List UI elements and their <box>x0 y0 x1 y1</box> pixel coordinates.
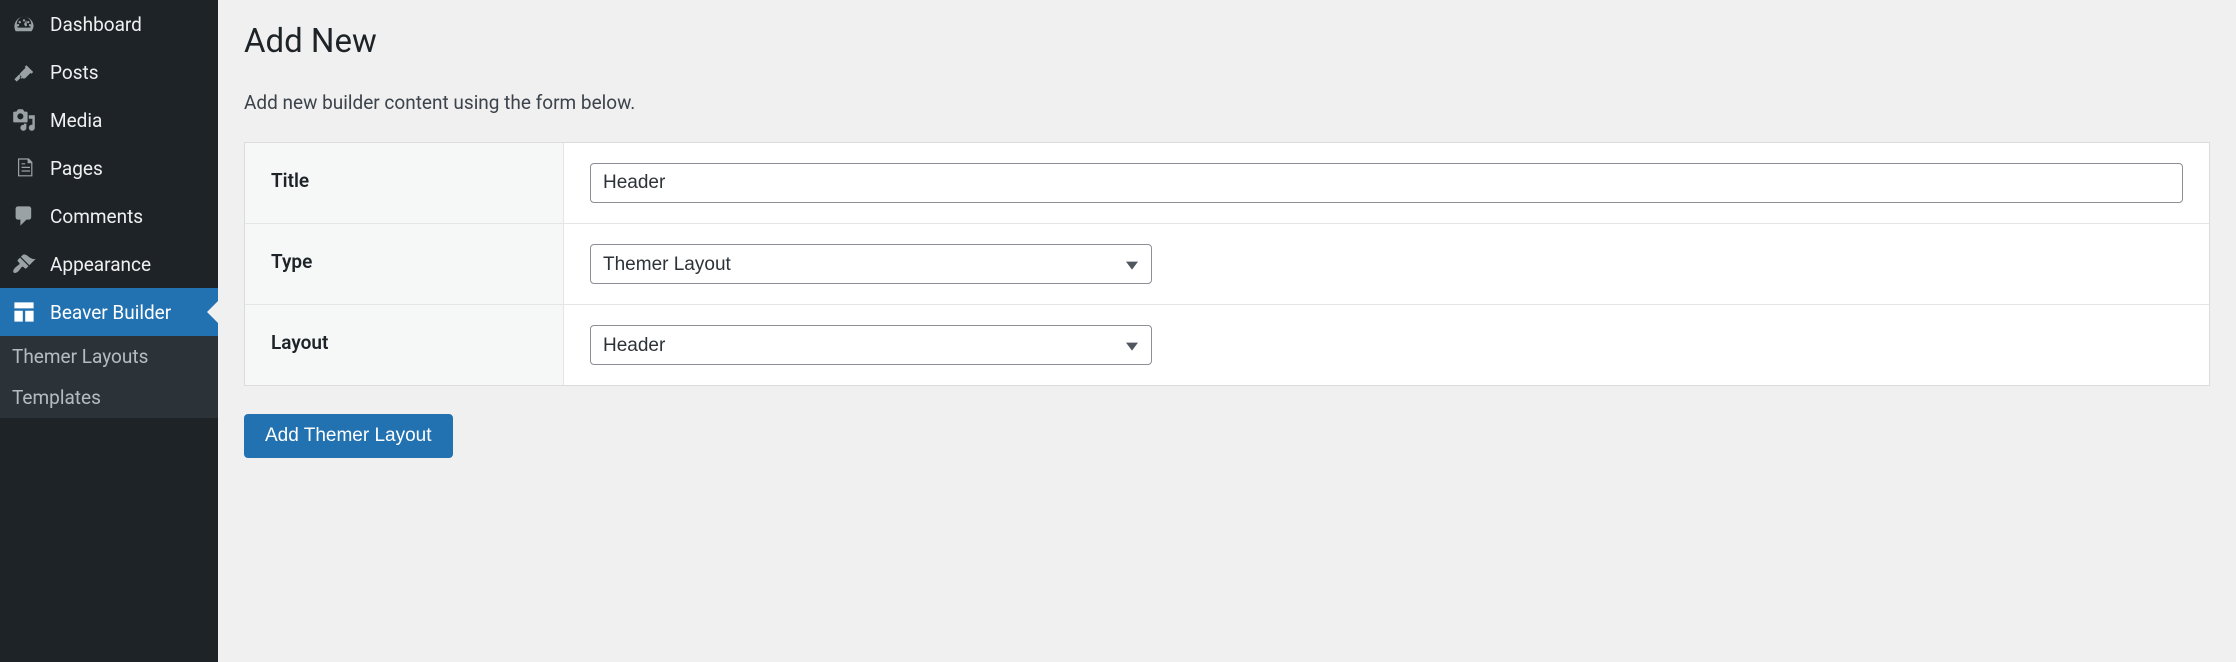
sidebar-item-posts[interactable]: Posts <box>0 48 218 96</box>
sidebar-item-label: Beaver Builder <box>50 301 171 324</box>
title-input[interactable] <box>590 163 2183 203</box>
layout-icon <box>12 300 36 324</box>
title-label: Title <box>245 143 564 223</box>
form-table: Title Type Themer Layout Layout Header <box>244 142 2210 386</box>
sidebar-item-label: Media <box>50 109 102 132</box>
sidebar-item-label: Posts <box>50 61 99 84</box>
sidebar-item-dashboard[interactable]: Dashboard <box>0 0 218 48</box>
comment-icon <box>12 204 36 228</box>
sidebar-item-label: Pages <box>50 157 103 180</box>
layout-select[interactable]: Header <box>590 325 1152 365</box>
sidebar-item-pages[interactable]: Pages <box>0 144 218 192</box>
form-row-type: Type Themer Layout <box>245 224 2209 305</box>
sidebar-subitem-label: Themer Layouts <box>12 345 148 368</box>
pin-icon <box>12 60 36 84</box>
title-field-cell <box>564 143 2209 223</box>
add-themer-layout-button[interactable]: Add Themer Layout <box>244 414 453 458</box>
sidebar-item-label: Dashboard <box>50 13 142 36</box>
sidebar-item-comments[interactable]: Comments <box>0 192 218 240</box>
media-icon <box>12 108 36 132</box>
sidebar-item-beaver-builder[interactable]: Beaver Builder <box>0 288 218 336</box>
sidebar-item-appearance[interactable]: Appearance <box>0 240 218 288</box>
form-row-title: Title <box>245 143 2209 224</box>
sidebar-item-label: Appearance <box>50 253 151 276</box>
layout-field-cell: Header <box>564 305 2209 385</box>
admin-sidebar: Dashboard Posts Media Pages Comments App… <box>0 0 218 662</box>
sidebar-subitem-templates[interactable]: Templates <box>0 377 218 418</box>
sidebar-item-media[interactable]: Media <box>0 96 218 144</box>
type-select-wrap: Themer Layout <box>590 244 1152 284</box>
type-field-cell: Themer Layout <box>564 224 2209 304</box>
main-content: Add New Add new builder content using th… <box>218 0 2236 662</box>
layout-select-wrap: Header <box>590 325 1152 365</box>
layout-label: Layout <box>245 305 564 385</box>
type-select[interactable]: Themer Layout <box>590 244 1152 284</box>
type-label: Type <box>245 224 564 304</box>
sidebar-item-label: Comments <box>50 205 143 228</box>
sidebar-subitem-label: Templates <box>12 386 101 409</box>
page-title: Add New <box>244 14 2210 61</box>
page-description: Add new builder content using the form b… <box>244 91 2210 114</box>
form-row-layout: Layout Header <box>245 305 2209 385</box>
sidebar-subitem-themer-layouts[interactable]: Themer Layouts <box>0 336 218 377</box>
pages-icon <box>12 156 36 180</box>
brush-icon <box>12 252 36 276</box>
dashboard-icon <box>12 12 36 36</box>
